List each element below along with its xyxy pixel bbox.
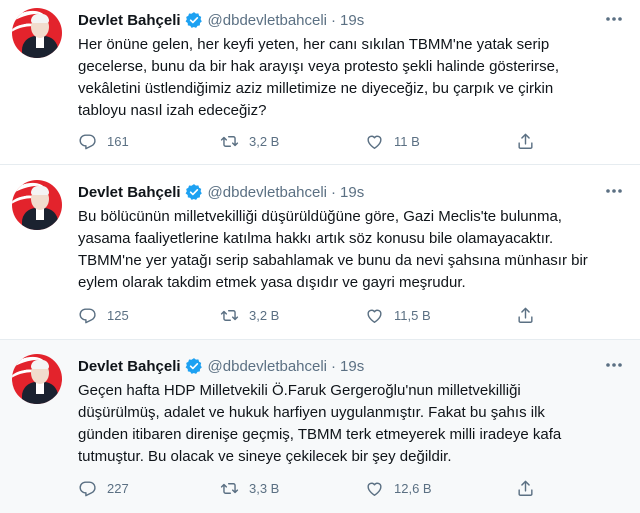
author-handle[interactable]: @dbdevletbahceli xyxy=(208,184,327,201)
tweet-header: Devlet Bahçeli @dbdevletbahceli · 19s xyxy=(78,356,364,376)
tweet-text: Bu bölücünün milletvekilliği düşürüldüğü… xyxy=(78,206,623,294)
tweet-actions: 125 3,2 B 11,5 B xyxy=(78,306,548,328)
tweet-text-line: günden itibaren direnişe geçmiş, TBMM te… xyxy=(78,426,562,443)
share-button[interactable] xyxy=(516,132,535,151)
reply-button[interactable]: 227 xyxy=(78,479,129,498)
reply-count: 227 xyxy=(107,481,129,496)
reply-count: 125 xyxy=(107,308,129,323)
reply-button[interactable]: 125 xyxy=(78,306,129,325)
more-icon[interactable] xyxy=(604,184,624,198)
like-count: 11 B xyxy=(394,134,420,149)
like-icon xyxy=(367,482,382,496)
tweet-time[interactable]: 19s xyxy=(340,12,364,29)
avatar[interactable] xyxy=(12,354,62,404)
tweet-text: Geçen hafta HDP Milletvekili Ö.Faruk Ger… xyxy=(78,380,623,468)
tweet[interactable]: Devlet Bahçeli @dbdevletbahceli · 19s Ge… xyxy=(0,340,640,513)
more-icon[interactable] xyxy=(604,358,624,372)
author-name[interactable]: Devlet Bahçeli xyxy=(78,12,181,29)
verified-badge-icon xyxy=(185,12,202,28)
retweet-button[interactable]: 3,2 B xyxy=(220,306,279,325)
avatar[interactable] xyxy=(12,180,62,230)
tweet[interactable]: Devlet Bahçeli @dbdevletbahceli · 19s He… xyxy=(0,0,640,165)
like-button[interactable]: 11 B xyxy=(365,132,420,151)
reply-icon xyxy=(79,134,96,150)
tweet-text-line: düşürülmüş, adalet ve hukuk harfiyen uyg… xyxy=(78,404,545,421)
tweet-text-line: tabloyu nasıl izah edeceğiz? xyxy=(78,102,267,119)
verified-badge-icon xyxy=(185,184,202,200)
retweet-count: 3,3 B xyxy=(249,481,280,496)
reply-icon xyxy=(79,481,96,497)
tweet-text-line: eylem olarak takdim etmek yasa dışıdır v… xyxy=(78,274,466,291)
reply-icon xyxy=(79,308,96,324)
tweet-text-line: tutmuştur. Bu olacak ve sineye çekilecek… xyxy=(78,448,452,465)
like-count: 12,6 B xyxy=(394,481,432,496)
tweet-text-line: yasama faaliyetlerine katılma hakkı artı… xyxy=(78,230,554,247)
avatar[interactable] xyxy=(12,8,62,58)
retweet-icon xyxy=(220,136,239,147)
retweet-button[interactable]: 3,2 B xyxy=(220,132,279,151)
tweet-time[interactable]: 19s xyxy=(340,184,364,201)
like-button[interactable]: 12,6 B xyxy=(365,479,432,498)
tweet-text-line: TBMM'ne yer yatağı serip sabahlamak ve b… xyxy=(78,252,588,269)
retweet-icon xyxy=(220,483,239,494)
retweet-icon xyxy=(220,310,239,321)
share-button[interactable] xyxy=(516,479,535,498)
tweet-header: Devlet Bahçeli @dbdevletbahceli · 19s xyxy=(78,182,364,202)
reply-count: 161 xyxy=(107,134,129,149)
separator-dot: · xyxy=(331,11,337,29)
tweet-actions: 227 3,3 B 12,6 B xyxy=(78,479,548,501)
retweet-count: 3,2 B xyxy=(249,134,280,149)
author-handle[interactable]: @dbdevletbahceli xyxy=(208,12,327,29)
author-handle[interactable]: @dbdevletbahceli xyxy=(208,358,327,375)
like-button[interactable]: 11,5 B xyxy=(365,306,431,325)
like-icon xyxy=(367,309,382,323)
tweet-text-line: vekâletini üstlendiğimiz aziz milletimiz… xyxy=(78,80,554,97)
share-icon xyxy=(518,480,533,496)
tweet-text-line: Bu bölücünün milletvekilliği düşürüldüğü… xyxy=(78,208,562,225)
tweet-text: Her önüne gelen, her keyfi yeten, her ca… xyxy=(78,34,623,122)
like-count: 11,5 B xyxy=(394,308,431,323)
tweet[interactable]: Devlet Bahçeli @dbdevletbahceli · 19s Bu… xyxy=(0,165,640,340)
verified-badge-icon xyxy=(185,358,202,374)
retweet-count: 3,2 B xyxy=(249,308,280,323)
share-icon xyxy=(518,133,533,149)
author-name[interactable]: Devlet Bahçeli xyxy=(78,358,181,375)
reply-button[interactable]: 161 xyxy=(78,132,129,151)
tweet-text-line: Her önüne gelen, her keyfi yeten, her ca… xyxy=(78,36,550,53)
retweet-button[interactable]: 3,3 B xyxy=(220,479,279,498)
separator-dot: · xyxy=(331,357,337,375)
more-icon[interactable] xyxy=(604,12,624,26)
tweet-time[interactable]: 19s xyxy=(340,358,364,375)
separator-dot: · xyxy=(331,183,337,201)
share-icon xyxy=(518,307,533,323)
tweet-text-line: Geçen hafta HDP Milletvekili Ö.Faruk Ger… xyxy=(78,382,521,399)
author-name[interactable]: Devlet Bahçeli xyxy=(78,184,181,201)
tweet-header: Devlet Bahçeli @dbdevletbahceli · 19s xyxy=(78,10,364,30)
tweet-actions: 161 3,2 B 11 B xyxy=(78,132,548,154)
share-button[interactable] xyxy=(516,306,535,325)
tweet-text-line: gecelerse, bunu da bir hak arayışı veya … xyxy=(78,58,560,75)
like-icon xyxy=(367,135,382,149)
